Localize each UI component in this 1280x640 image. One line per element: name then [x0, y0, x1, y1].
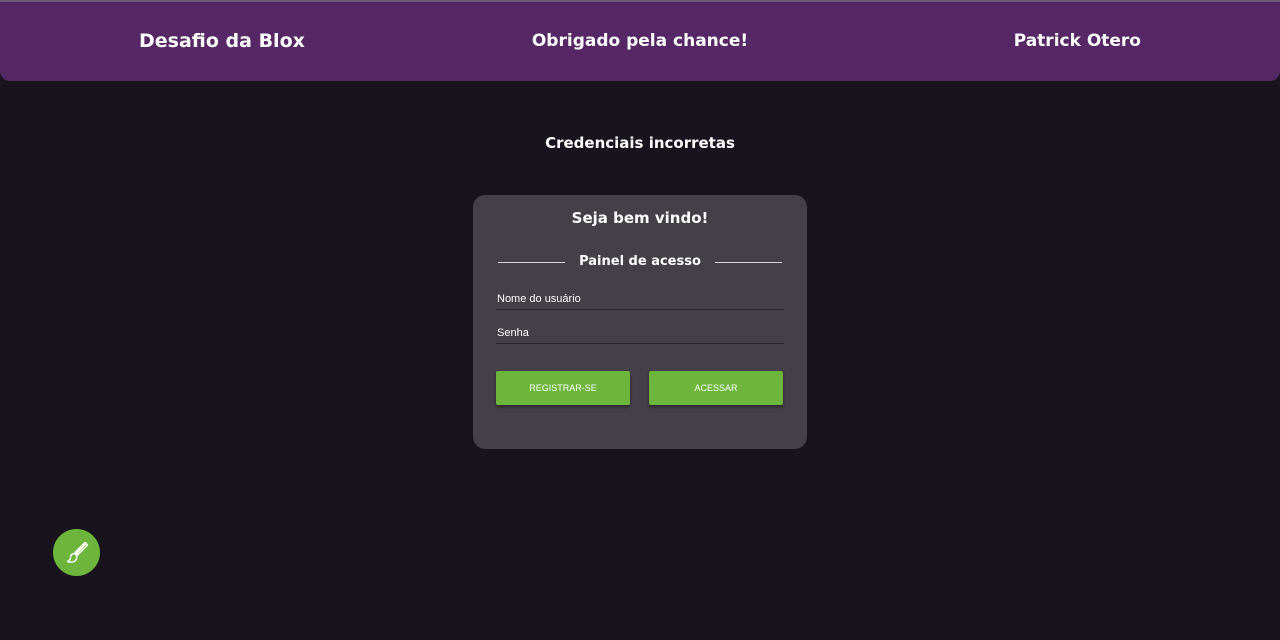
card-title: Seja bem vindo!: [571, 209, 709, 227]
paintbrush-icon: [66, 541, 88, 563]
error-message: Credenciais incorretas: [545, 134, 735, 152]
password-field[interactable]: [496, 322, 784, 344]
theme-paintbrush-button[interactable]: [53, 529, 100, 576]
top-header: Obrigado pela chance! Desafio da Blox Pa…: [0, 2, 1280, 81]
username-field[interactable]: [496, 288, 784, 310]
register-button[interactable]: Registrar-se: [496, 371, 630, 405]
header-author-name: Patrick Otero: [1013, 31, 1141, 51]
divider-line-right: [715, 262, 782, 263]
header-brand-title: Desafio da Blox: [139, 30, 305, 52]
login-card: Seja bem vindo! Painel de acesso Registr…: [473, 195, 807, 449]
panel-divider: Painel de acesso: [498, 253, 782, 271]
login-button[interactable]: Acessar: [649, 371, 783, 405]
